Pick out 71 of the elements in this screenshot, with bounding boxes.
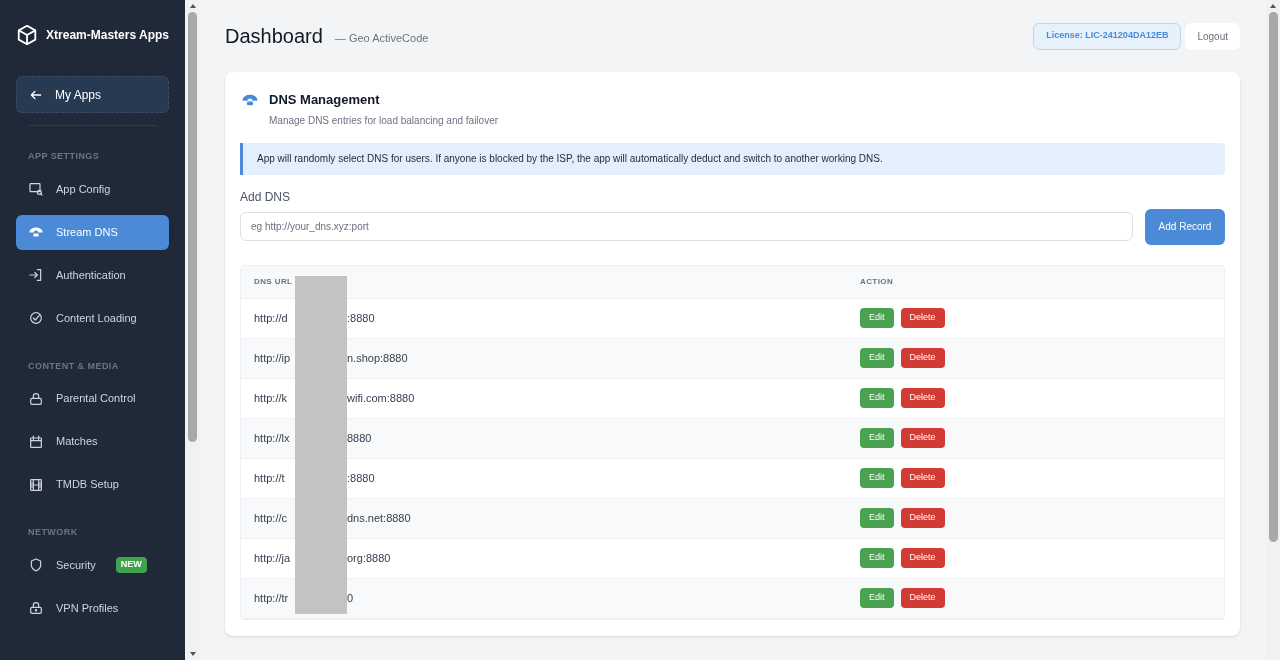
url-text: :8880 — [347, 470, 375, 486]
dns-input-field[interactable]: eg http://your_dns.xyz:port — [240, 211, 1133, 241]
nav-item[interactable]: Authentication — [16, 257, 169, 293]
delete-button[interactable]: Delete — [900, 388, 945, 408]
edit-button[interactable]: Edit — [860, 308, 894, 328]
license-badge: License: LIC-241204DA12EB — [1033, 22, 1182, 50]
edit-button[interactable]: Edit — [860, 508, 894, 528]
nav-item[interactable]: TMDB Setup — [16, 467, 169, 502]
url-text: 0 — [347, 590, 354, 606]
url-text: http://ip — [254, 350, 292, 366]
delete-button[interactable]: Delete — [900, 468, 945, 488]
edit-button[interactable]: Edit — [860, 428, 894, 448]
my-apps-button[interactable]: My Apps — [16, 76, 169, 113]
delete-button[interactable]: Delete — [900, 308, 945, 328]
url-text: dns.net:8880 — [347, 510, 411, 526]
url-text: http://tr — [254, 590, 290, 606]
url-text: http://ja — [254, 550, 292, 566]
section-heading: NETWORK — [27, 526, 79, 539]
lock-icon — [28, 600, 44, 616]
url-text: 8880 — [347, 430, 372, 446]
lock-icon — [28, 390, 44, 407]
brand-name: Xtream-Masters Apps — [46, 27, 169, 44]
scrollbar[interactable] — [1266, 0, 1280, 660]
check-circle-icon — [28, 310, 44, 326]
card-description: Manage DNS entries for load balancing and failover — [269, 113, 499, 128]
delete-button[interactable]: Delete — [900, 588, 945, 608]
monitor-search-icon — [28, 181, 44, 197]
url-text: :8880 — [347, 310, 375, 326]
field-label: Add DNS — [240, 188, 292, 206]
edit-button[interactable]: Edit — [860, 388, 894, 408]
url-text: http://c — [254, 510, 289, 526]
url-text: http://k — [254, 390, 289, 406]
page-subtitle: — Geo ActiveCode — [334, 30, 429, 46]
edit-button[interactable]: Edit — [860, 348, 894, 368]
nav-item[interactable]: App Config — [16, 171, 169, 207]
section-heading: CONTENT & MEDIA — [27, 359, 120, 373]
calendar-icon — [28, 433, 44, 450]
url-text: http://d — [254, 310, 289, 326]
nav-item[interactable]: VPN Profiles — [16, 590, 169, 626]
shield-icon — [28, 557, 44, 573]
new-badge: NEW — [115, 557, 147, 573]
url-text: http://lx — [254, 430, 291, 446]
nav-item[interactable]: Content Loading — [16, 300, 169, 336]
delete-button[interactable]: Delete — [900, 548, 945, 568]
edit-button[interactable]: Edit — [860, 588, 894, 608]
url-text: org:8880 — [347, 550, 391, 566]
edit-button[interactable]: Edit — [860, 548, 894, 568]
section-heading: APP SETTINGS — [27, 150, 101, 163]
info-notice: App will randomly select DNS for users. If anyone is blocked by the ISP, the app will automatically deduct and switch to another working DNS. — [240, 142, 1225, 175]
delete-button[interactable]: Delete — [900, 348, 945, 368]
dns-icon — [28, 224, 44, 240]
card-title: DNS Management — [269, 91, 381, 109]
edit-button[interactable]: Edit — [860, 468, 894, 488]
nav-item[interactable]: Matches — [16, 424, 169, 459]
delete-button[interactable]: Delete — [900, 428, 945, 448]
url-text: n.shop:8880 — [347, 350, 408, 366]
url-text: http://t — [254, 470, 286, 486]
login-icon — [28, 267, 44, 283]
film-icon — [28, 476, 44, 493]
url-text: wifi.com:8880 — [347, 390, 415, 406]
page-title: Dashboard — [225, 24, 323, 49]
add-record-button[interactable]: Add Record — [1145, 208, 1225, 245]
column-header: DNS URL — [253, 275, 294, 288]
nav-item[interactable]: Stream DNS — [16, 214, 169, 250]
delete-button[interactable]: Delete — [900, 508, 945, 528]
cube-icon — [16, 22, 39, 48]
logout-button[interactable]: Logout — [1185, 22, 1240, 50]
nav-item[interactable]: Security NEW — [16, 547, 169, 583]
nav-item[interactable]: Parental Control — [16, 381, 169, 416]
scrollbar[interactable] — [185, 0, 200, 660]
column-header: ACTION — [860, 275, 894, 288]
